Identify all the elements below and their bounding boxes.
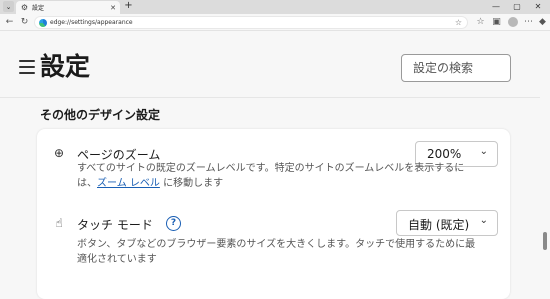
zoom-desc-prefix: は、: [77, 178, 97, 189]
section-title: その他のデザイン設定: [40, 108, 161, 122]
settings-search-box[interactable]: [401, 54, 511, 82]
touch-description: ボタン、タブなどのブラウザー要素のサイズを大きくします。タッチで使用するために最…: [77, 237, 517, 267]
touch-desc-line2: 適化されています: [77, 254, 157, 265]
more-menu-icon[interactable]: ⋯: [522, 16, 535, 29]
favorite-star-icon[interactable]: ☆: [455, 17, 462, 28]
tab-settings[interactable]: ⚙ 設定 ✕: [16, 1, 120, 14]
scrollbar-thumb[interactable]: [543, 232, 547, 250]
zoom-in-icon: ⊕: [53, 146, 65, 160]
header-divider: [0, 97, 540, 98]
tab-title: 設定: [32, 5, 45, 12]
address-url: edge://settings/appearance: [50, 19, 133, 26]
touch-hand-icon: ☝: [55, 216, 63, 230]
back-button[interactable]: ←: [3, 16, 16, 29]
minimize-button[interactable]: —: [486, 0, 506, 14]
profile-avatar[interactable]: [508, 17, 518, 27]
touch-desc-line1: ボタン、タブなどのブラウザー要素のサイズを大きくします。タッチで使用するために最: [77, 239, 476, 250]
chevron-down-icon: ⌄: [5, 2, 12, 11]
gear-icon: ⚙: [20, 3, 29, 12]
collections-icon[interactable]: ▣: [490, 16, 503, 29]
maximize-button[interactable]: ▢: [507, 0, 527, 14]
tab-actions-button[interactable]: ⌄: [3, 1, 14, 12]
chevron-down-icon: ⌄: [479, 215, 488, 226]
touch-label: タッチ モード: [77, 218, 153, 232]
chevron-down-icon: ⌄: [479, 146, 488, 157]
copilot-icon[interactable]: ◆: [536, 16, 549, 29]
zoom-value: 200%: [427, 147, 462, 161]
touch-mode-dropdown[interactable]: 自動 (既定) ⌄: [396, 210, 498, 236]
address-bar[interactable]: edge://settings/appearance ☆: [34, 16, 468, 29]
edge-logo-icon: [39, 19, 47, 27]
zoom-level-link[interactable]: ズーム レベル: [97, 178, 160, 189]
page-title: 設定: [40, 52, 91, 81]
zoom-desc-line1: すべてのサイトの既定のズームレベルです。特定のサイトのズームレベルを表示するに: [77, 163, 465, 174]
close-window-button[interactable]: ✕: [528, 0, 548, 14]
refresh-button[interactable]: ↻: [18, 16, 31, 29]
close-tab-icon[interactable]: ✕: [110, 4, 116, 12]
zoom-description: すべてのサイトの既定のズームレベルです。特定のサイトのズームレベルを表示するに …: [77, 161, 517, 191]
browser-toolbar: ← ↻ edge://settings/appearance ☆ ☆ ▣ ⋯ ◆: [0, 14, 550, 31]
menu-icon[interactable]: [19, 60, 35, 74]
tab-bar: ⌄ ⚙ 設定 ✕ + — ▢ ✕: [0, 0, 550, 14]
new-tab-button[interactable]: +: [123, 1, 134, 12]
help-icon[interactable]: ?: [166, 216, 181, 231]
favorites-icon[interactable]: ☆: [474, 16, 487, 29]
zoom-desc-suffix: に移動します: [159, 178, 224, 189]
touch-mode-value: 自動 (既定): [408, 218, 470, 232]
settings-search-input[interactable]: [402, 55, 510, 81]
